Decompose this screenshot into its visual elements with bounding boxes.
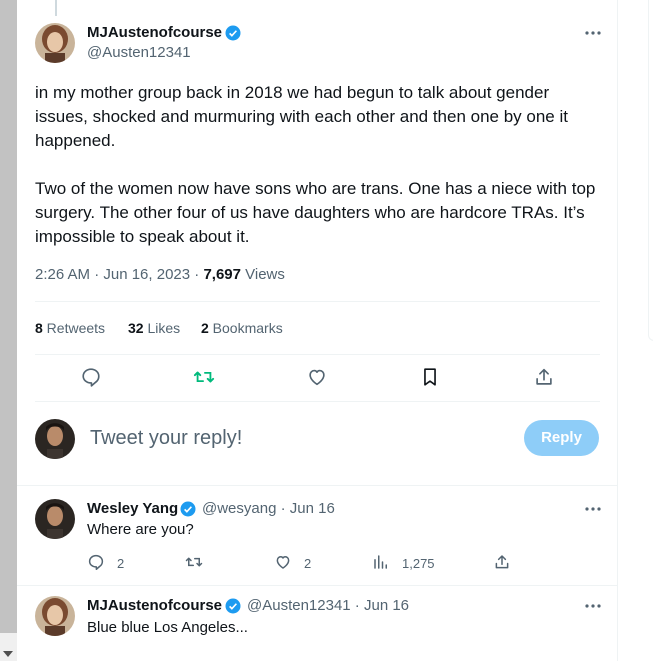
tweet-thread-column: MJAustenofcourse @Austen12341 in my moth… [17,0,618,661]
reply-text: Where are you? [87,521,194,538]
likes-label: Likes [143,320,181,336]
avatar[interactable] [35,499,75,539]
tweet-text: in my mother group back in 2018 we had b… [35,83,596,246]
page-scrollbar[interactable] [0,0,17,661]
more-dots-icon[interactable] [583,596,603,616]
divider [17,585,617,586]
reply-icon[interactable] [80,366,102,388]
views-label: Views [240,266,285,283]
bookmarks-stat[interactable]: 2 Bookmarks [201,320,283,336]
divider [35,354,600,355]
divider [17,485,617,486]
more-dots-icon[interactable] [583,23,603,43]
heart-icon[interactable] [306,366,328,388]
divider [35,401,600,402]
reply-icon[interactable] [87,553,105,571]
avatar[interactable] [35,23,75,63]
reply-meta: @Austen12341 · Jun 16 [247,597,409,614]
retweets-stat[interactable]: 8 Retweets [35,320,105,336]
retweet-icon[interactable] [185,553,203,571]
reply-author-handle[interactable]: @wesyang [202,500,276,517]
tweet-timestamp[interactable]: 2:26 AM · Jun 16, 2023 · [35,266,203,283]
share-icon[interactable] [493,553,511,571]
bookmarks-label: Bookmarks [208,320,283,336]
reply-text: Blue blue Los Angeles... [87,619,248,636]
reply-author-handle[interactable]: @Austen12341 [247,597,351,614]
author-handle[interactable]: @Austen12341 [87,44,191,61]
reply-meta: @wesyang · Jun 16 [202,500,335,517]
reply-input[interactable]: Tweet your reply! [90,427,242,450]
reply-count: 2 [117,556,125,571]
heart-icon[interactable] [274,553,292,571]
avatar[interactable] [35,419,75,459]
right-sidebar-edge [648,0,653,341]
retweet-icon[interactable] [193,366,215,388]
thread-connector-line [55,0,57,16]
likes-stat[interactable]: 32 Likes [128,320,180,336]
views-count: 1,275 [402,556,435,571]
share-icon[interactable] [533,366,555,388]
scrollbar-thumb[interactable] [0,0,17,633]
tweet-meta: 2:26 AM · Jun 16, 2023 · 7,697 Views [35,266,285,283]
reply-author-name[interactable]: MJAustenofcourse [87,597,222,614]
reply-button[interactable]: Reply [524,420,599,456]
more-dots-icon[interactable] [583,499,603,519]
verified-badge-icon [225,598,241,614]
like-count: 2 [304,556,312,571]
reply-time[interactable]: · Jun 16 [351,597,409,614]
author-name[interactable]: MJAustenofcourse [87,24,222,41]
bookmarks-count: 2 [201,320,209,336]
avatar[interactable] [35,596,75,636]
retweets-count: 8 [35,320,43,336]
divider [35,301,600,302]
verified-badge-icon [180,501,196,517]
retweets-label: Retweets [42,320,106,336]
reply-time[interactable]: · Jun 16 [276,500,335,517]
views-chart-icon[interactable] [372,553,390,571]
bookmark-icon[interactable] [419,366,441,388]
likes-count: 32 [128,320,144,336]
reply-author-name[interactable]: Wesley Yang [87,500,178,517]
verified-badge-icon [225,25,241,41]
scroll-down-arrow-icon[interactable] [3,651,13,657]
views-count: 7,697 [203,266,241,283]
